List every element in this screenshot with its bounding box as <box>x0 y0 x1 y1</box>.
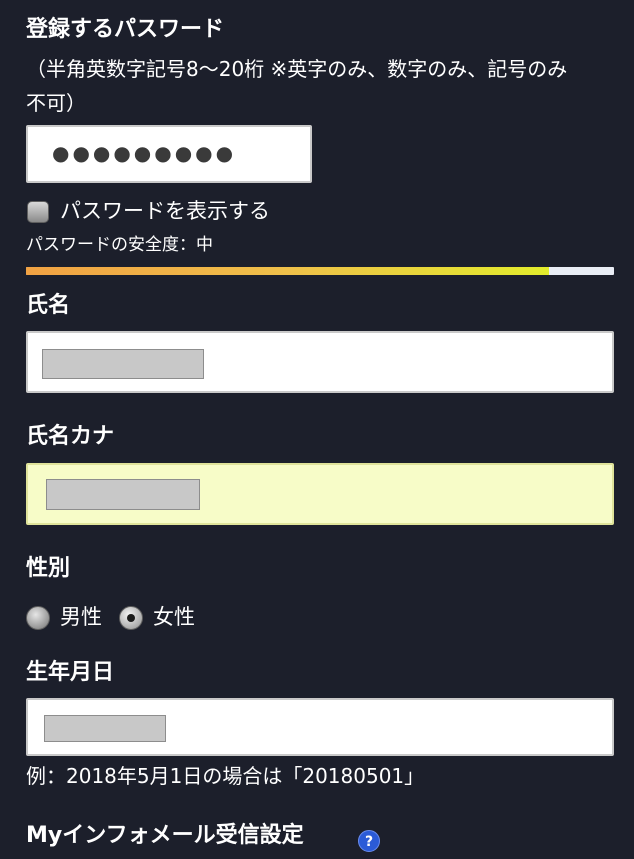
kana-section-title: 氏名カナ <box>26 424 115 449</box>
show-password-checkbox[interactable] <box>27 201 49 223</box>
redacted-birthday-value <box>44 715 166 742</box>
name-input[interactable] <box>26 331 614 393</box>
password-masked-value: ●●●●●●●●● <box>52 141 237 165</box>
password-input[interactable]: ●●●●●●●●● <box>26 125 312 183</box>
redacted-kana-value <box>46 479 200 510</box>
radio-selected-dot <box>127 614 135 622</box>
gender-section-title: 性別 <box>26 556 71 581</box>
password-strength-label: パスワードの安全度：中 <box>26 235 213 255</box>
password-rule-line1: （半角英数字記号8〜20桁 ※英字のみ、数字のみ、記号のみ <box>26 57 568 81</box>
gender-label-female[interactable]: 女性 <box>153 602 195 632</box>
name-section-title: 氏名 <box>26 293 71 318</box>
name-kana-input[interactable] <box>26 463 614 525</box>
password-strength-meter <box>26 267 614 275</box>
birthday-section-title: 生年月日 <box>26 660 115 685</box>
gender-radio-male[interactable] <box>26 606 50 630</box>
password-rule-line2: 不可） <box>26 91 86 115</box>
show-password-label[interactable]: パスワードを表示する <box>60 196 270 226</box>
password-strength-fill <box>26 267 550 275</box>
password-section-title: 登録するパスワード <box>26 17 225 42</box>
help-icon[interactable]: ? <box>358 830 380 852</box>
gender-radio-female[interactable] <box>119 606 143 630</box>
mail-settings-section-title: Myインフォメール受信設定 <box>26 823 304 848</box>
birthday-example-text: 例：2018年5月1日の場合は「20180501」 <box>26 764 425 788</box>
gender-label-male[interactable]: 男性 <box>60 602 102 632</box>
redacted-name-value <box>42 349 204 379</box>
birthday-input[interactable] <box>26 698 614 756</box>
